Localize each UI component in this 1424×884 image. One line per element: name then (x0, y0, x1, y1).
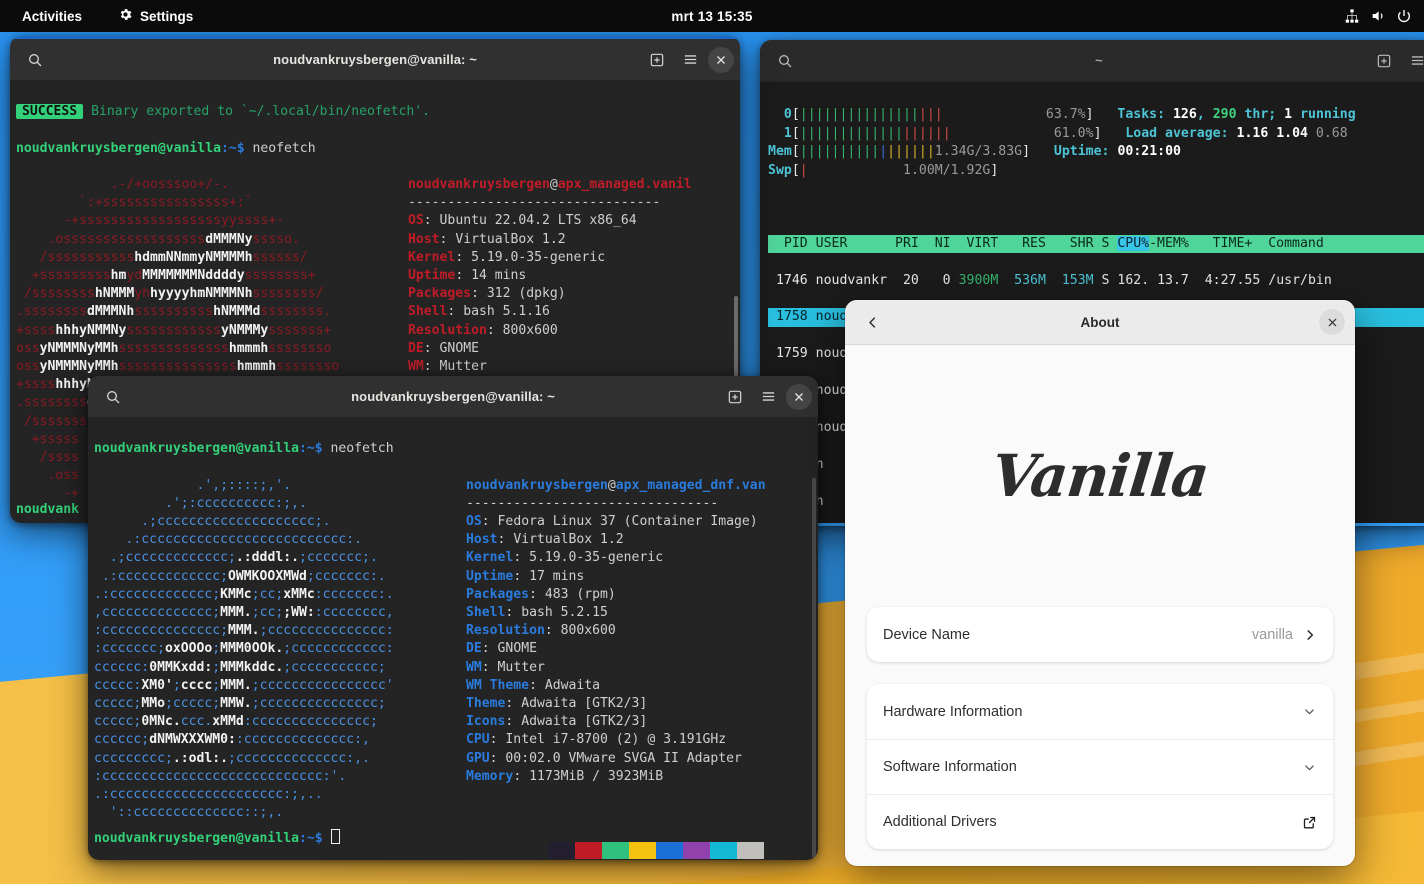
system-status-area[interactable] (1344, 8, 1412, 24)
terminal1-success-line: SUCCESS Binary exported to `~/.local/bin… (16, 103, 740, 121)
palette-row-normal (548, 842, 764, 860)
palette-cell (737, 842, 764, 860)
fedora-ascii-art: .',;::::;,'. .';:cccccccccc:;,. .;cccccc… (94, 477, 394, 821)
close-icon[interactable] (1319, 309, 1345, 335)
software-information-label: Software Information (883, 759, 1017, 775)
neofetch-host: apx_managed_dnf.van (615, 477, 766, 493)
chevron-down-icon (1302, 704, 1317, 719)
neofetch-color-palette (548, 806, 764, 860)
information-card: Hardware Information Software Informatio… (867, 684, 1333, 849)
palette-cell (629, 842, 656, 860)
neofetch-host: apx_managed.vanil (557, 177, 692, 193)
chevron-right-icon (1303, 628, 1317, 642)
about-row-hardware-information[interactable]: Hardware Information (867, 684, 1333, 739)
device-name-label: Device Name (883, 626, 971, 643)
terminal1-titlebar[interactable]: noudvankruysbergen@vanilla: ~ (10, 39, 740, 81)
palette-cell (575, 842, 602, 860)
external-link-icon (1302, 815, 1317, 830)
prompt-path: :~$ (298, 830, 331, 846)
terminal2-window-title: noudvankruysbergen@vanilla: ~ (351, 389, 555, 404)
hamburger-menu-button[interactable] (675, 45, 705, 75)
neofetch-user: noudvankruysbergen (466, 477, 608, 493)
search-icon[interactable] (98, 382, 128, 412)
prompt-path: :~$ (220, 140, 245, 156)
palette-cell (656, 842, 683, 860)
new-tab-button[interactable] (720, 382, 750, 412)
palette-cell (710, 842, 737, 860)
htop-meters: 0[|||||||||||||||||| 63.7%] Tasks: 126, … (768, 107, 1356, 178)
prompt-user: noudvankruysbergen@vanilla (94, 830, 299, 846)
gnome-top-bar: Activities Settings mrt 13 15:35 (0, 0, 1424, 32)
volume-icon (1370, 8, 1386, 24)
close-icon[interactable] (708, 46, 734, 73)
about-row-software-information[interactable]: Software Information (867, 739, 1333, 794)
chevron-left-icon[interactable] (855, 307, 889, 337)
prompt-user: noudvankruysbergen@vanilla (94, 441, 299, 457)
terminal2-titlebar[interactable]: noudvankruysbergen@vanilla: ~ (88, 376, 818, 418)
about-dialog-title: About (1080, 314, 1120, 330)
terminal1-bottom-prompt: noudvank (16, 501, 79, 519)
hardware-information-label: Hardware Information (883, 703, 1023, 720)
neofetch-divider: -------------------------------- (408, 195, 661, 211)
terminal1-prompt-line: noudvankruysbergen@vanilla:~$ neofetch (16, 140, 740, 158)
network-icon (1344, 8, 1360, 24)
hamburger-menu-button[interactable] (1402, 46, 1424, 76)
palette-cell (683, 842, 710, 860)
success-badge: SUCCESS (16, 104, 84, 120)
search-icon[interactable] (770, 46, 800, 76)
power-icon (1396, 8, 1412, 24)
neofetch-user: noudvankruysbergen (408, 177, 550, 193)
new-tab-button[interactable] (1369, 46, 1399, 76)
activities-label: Activities (22, 8, 83, 24)
search-icon[interactable] (20, 45, 50, 75)
terminal2-scrollbar[interactable] (812, 478, 816, 858)
htop-row[interactable]: 1746 noudvankr 20 0 3900M 536M 153M S 16… (768, 272, 1424, 290)
vanilla-logo: Vanilla (867, 345, 1333, 607)
gear-icon (118, 7, 133, 25)
htop-titlebar[interactable]: ~ (760, 40, 1424, 82)
about-dialog-body: Vanilla Device Name vanilla Hardware Inf… (845, 345, 1355, 849)
prompt-user: noudvankruysbergen@vanilla (16, 140, 221, 156)
terminal2-prompt-line: noudvankruysbergen@vanilla:~$ neofetch (94, 440, 818, 458)
activities-button[interactable]: Activities (14, 5, 90, 28)
terminal-cursor (330, 828, 340, 844)
clock[interactable]: mrt 13 15:35 (671, 9, 752, 24)
device-name-value: vanilla (1251, 626, 1293, 643)
prompt-path: :~$ (298, 441, 323, 457)
vanilla-logo-text: Vanilla (988, 442, 1212, 510)
hamburger-menu-button[interactable] (753, 382, 783, 412)
success-text: Binary exported to `~/.local/bin/neofetc… (83, 104, 431, 120)
settings-label: Settings (140, 8, 194, 24)
terminal-window-fedora[interactable]: noudvankruysbergen@vanilla: ~ noudvankru… (88, 376, 818, 860)
about-row-device-name[interactable]: Device Name vanilla (867, 607, 1333, 662)
terminal1-window-title: noudvankruysbergen@vanilla: ~ (273, 52, 477, 67)
settings-app-menu[interactable]: Settings (110, 3, 201, 29)
fedora-neofetch-info: noudvankruysbergen@apx_managed_dnf.van -… (466, 477, 766, 784)
about-dialog[interactable]: About Vanilla Device Name vanilla Hardwa… (845, 300, 1355, 866)
about-dialog-header: About (845, 300, 1355, 345)
additional-drivers-label: Additional Drivers (883, 814, 997, 830)
prompt-command: neofetch (244, 140, 316, 156)
htop-window-title: ~ (1095, 53, 1103, 68)
palette-cell (548, 842, 575, 860)
terminal2-output[interactable]: noudvankruysbergen@vanilla:~$ neofetch .… (88, 418, 818, 860)
prompt-user-partial: noudvank (16, 501, 80, 517)
neofetch-at: @ (607, 477, 616, 493)
chevron-down-icon (1302, 760, 1317, 775)
close-icon[interactable] (786, 383, 812, 410)
neofetch-at: @ (549, 177, 558, 193)
neofetch-divider: -------------------------------- (466, 495, 719, 511)
palette-cell (602, 842, 629, 860)
device-name-card: Device Name vanilla (867, 607, 1333, 662)
about-row-additional-drivers[interactable]: Additional Drivers (867, 794, 1333, 849)
new-tab-button[interactable] (642, 45, 672, 75)
terminal2-final-prompt: noudvankruysbergen@vanilla:~$ (94, 828, 340, 848)
htop-column-header[interactable]: PID USER PRI NI VIRT RES SHR S CPU%-MEM%… (768, 234, 1424, 254)
prompt-command: neofetch (322, 441, 394, 457)
